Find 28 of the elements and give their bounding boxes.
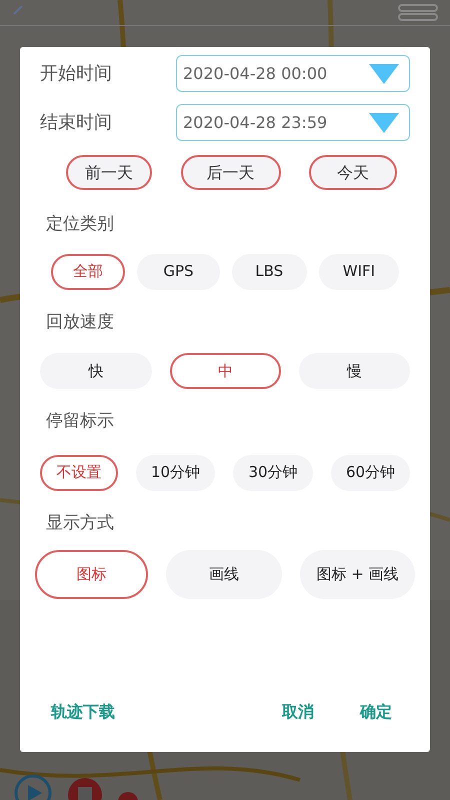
dropdown-caret-icon [369,64,399,84]
option-button[interactable]: 画线 [166,550,282,599]
option-button[interactable]: 全部 [51,254,126,290]
option-button[interactable]: 10分钟 [136,454,215,490]
day-button[interactable]: 今天 [309,155,397,190]
section-title: 显示方式 [45,512,115,534]
menu-icon[interactable] [398,4,438,22]
field-label: 结束时间 [40,111,113,135]
option-button[interactable]: 慢 [299,353,410,389]
option-button[interactable]: WIFI [318,254,399,290]
option-button[interactable]: 图标 + 画线 [300,550,415,599]
option-button[interactable]: GPS [137,254,220,290]
field-label: 开始时间 [40,62,113,86]
option-button[interactable]: 不设置 [40,454,118,490]
option-button[interactable]: 60分钟 [331,454,410,490]
dropdown-caret-icon [369,112,399,132]
option-button[interactable]: LBS [232,254,307,290]
section-title: 回放速度 [45,310,115,334]
day-button[interactable]: 前一天 [66,155,152,190]
section-title: 定位类别 [45,213,115,236]
option-button[interactable]: 图标 [35,550,148,599]
option-button[interactable]: 中 [170,353,281,389]
time-dropdown[interactable]: 2020-04-28 00:00 [176,55,410,92]
time-dropdown[interactable]: 2020-04-28 23:59 [176,104,410,141]
option-button[interactable]: 30分钟 [233,454,313,490]
section-title: 停留标示 [45,410,115,433]
day-button[interactable]: 后一天 [180,155,280,190]
option-button[interactable]: 快 [40,353,152,389]
